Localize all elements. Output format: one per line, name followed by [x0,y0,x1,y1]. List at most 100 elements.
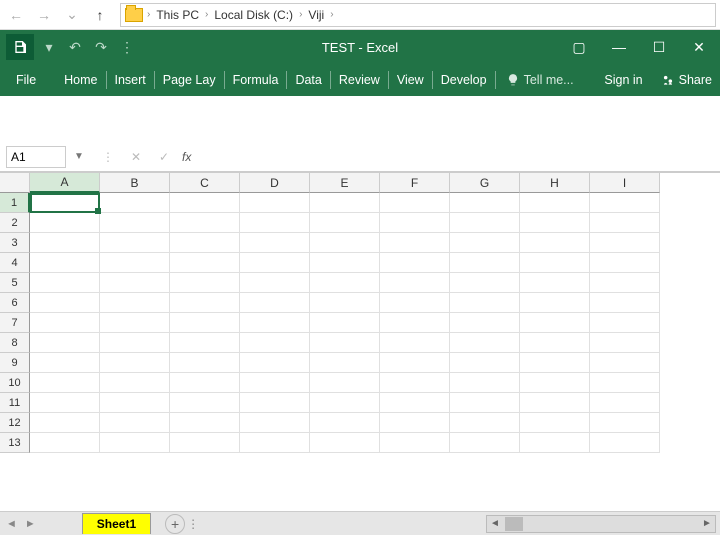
cell[interactable] [240,413,310,433]
cell[interactable] [590,333,660,353]
row-header[interactable]: 4 [0,253,30,273]
cell[interactable] [30,313,100,333]
cell[interactable] [590,353,660,373]
cell[interactable] [590,233,660,253]
tab-formulas[interactable]: Formula [231,65,281,95]
cell[interactable] [310,233,380,253]
cell[interactable] [170,293,240,313]
cell[interactable] [310,213,380,233]
cell[interactable] [450,193,520,213]
cell[interactable] [590,433,660,453]
formula-menu-icon[interactable]: ⋮ [98,147,118,167]
tell-me-search[interactable]: Tell me... [506,73,574,87]
cell[interactable] [310,253,380,273]
cell[interactable] [100,213,170,233]
cell[interactable] [450,393,520,413]
tab-view[interactable]: View [395,65,426,95]
cell[interactable] [310,273,380,293]
cell[interactable] [100,413,170,433]
cell[interactable] [380,213,450,233]
row-header[interactable]: 13 [0,433,30,453]
cell[interactable] [520,293,590,313]
cell[interactable] [520,273,590,293]
tab-developer[interactable]: Develop [439,65,489,95]
breadcrumb-item[interactable]: Viji [306,8,326,22]
nav-up-icon[interactable]: ↑ [88,3,112,27]
row-header[interactable]: 7 [0,313,30,333]
cell[interactable] [310,373,380,393]
cell[interactable] [450,253,520,273]
cell[interactable] [450,213,520,233]
cell[interactable] [380,253,450,273]
path-box[interactable]: › This PC › Local Disk (C:) › Viji › [120,3,716,27]
cell[interactable] [100,353,170,373]
cell[interactable] [30,253,100,273]
column-header[interactable]: F [380,173,450,193]
sheet-nav-next-icon[interactable]: ► [25,518,36,530]
cell[interactable] [590,313,660,333]
cell[interactable] [590,373,660,393]
cell[interactable] [310,413,380,433]
cell[interactable] [450,273,520,293]
cell[interactable] [170,193,240,213]
nav-back-icon[interactable]: ← [4,3,28,27]
cell[interactable] [240,273,310,293]
cell[interactable] [520,433,590,453]
row-header[interactable]: 12 [0,413,30,433]
cell[interactable] [310,313,380,333]
cell[interactable] [240,313,310,333]
share-button[interactable]: Share [653,65,720,95]
row-header[interactable]: 6 [0,293,30,313]
cell[interactable] [520,413,590,433]
cell[interactable] [100,273,170,293]
cell[interactable] [100,293,170,313]
cell[interactable] [170,393,240,413]
cell[interactable] [520,213,590,233]
close-icon[interactable]: ✕ [688,36,710,58]
cell[interactable] [380,353,450,373]
cell[interactable] [450,353,520,373]
cell[interactable] [450,433,520,453]
cell[interactable] [590,193,660,213]
cell[interactable] [520,393,590,413]
cell[interactable] [30,293,100,313]
cell[interactable] [240,233,310,253]
sign-in-button[interactable]: Sign in [594,65,652,95]
save-button[interactable] [6,34,34,60]
cell[interactable] [100,233,170,253]
cell[interactable] [380,233,450,253]
scroll-right-icon[interactable]: ► [699,516,715,532]
cell[interactable] [30,273,100,293]
cell[interactable] [240,213,310,233]
column-header[interactable]: E [310,173,380,193]
horizontal-scrollbar[interactable]: ◄ ► [486,515,716,533]
cell[interactable] [100,253,170,273]
cell[interactable] [520,193,590,213]
row-header[interactable]: 2 [0,213,30,233]
cell[interactable] [380,273,450,293]
name-box[interactable]: A1 [6,146,66,168]
minimize-icon[interactable]: — [608,36,630,58]
add-sheet-button[interactable]: + [165,514,185,534]
row-header[interactable]: 10 [0,373,30,393]
cell[interactable] [100,393,170,413]
row-header[interactable]: 1 [0,193,30,213]
tab-page-layout[interactable]: Page Lay [161,65,218,95]
cell[interactable] [520,233,590,253]
cell[interactable] [30,213,100,233]
cell[interactable] [380,373,450,393]
cell[interactable] [310,293,380,313]
cell[interactable] [520,333,590,353]
touch-mode-icon[interactable]: ⋮ [116,36,138,58]
cell[interactable] [380,393,450,413]
column-header[interactable]: H [520,173,590,193]
tab-insert[interactable]: Insert [113,65,148,95]
nav-recent-dropdown-icon[interactable]: ⌄ [60,3,84,27]
cell[interactable] [590,253,660,273]
ribbon-display-options-icon[interactable]: ▢ [568,36,590,58]
row-header[interactable]: 8 [0,333,30,353]
cell[interactable] [30,233,100,253]
cell[interactable] [310,353,380,373]
cell[interactable] [590,273,660,293]
cell[interactable] [380,313,450,333]
